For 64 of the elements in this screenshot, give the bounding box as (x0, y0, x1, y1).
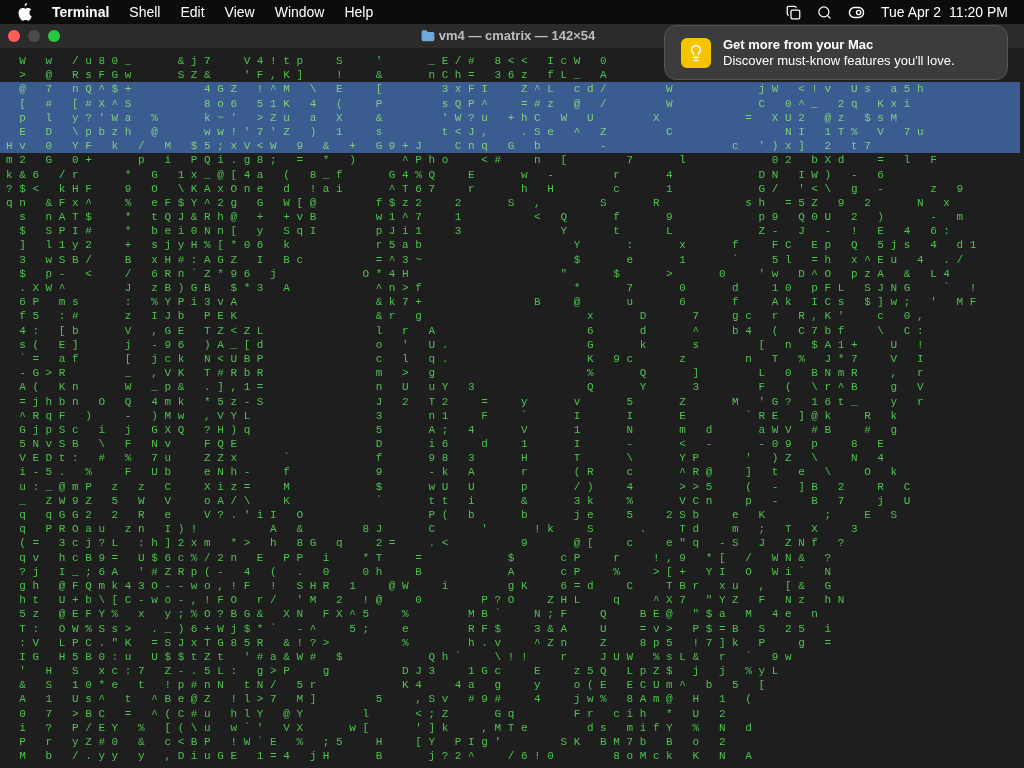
terminal-line: I G H 5 B 0 : u U $ $ t Z t ' # a & W # $ Q h ` \ ! ! r J U W % s L & r ` 9 w (18, 649, 792, 665)
terminal-line: 0 7 > B C = ^ ( C # u h l Y @ Y l < ; Z G q F r c i h * U 2 (18, 706, 726, 721)
terminal-line: k & 6 / r * G 1 x _ @ [ 4 a ( 8 _ f G 4 % Q E w - r 4 D N I W ) - 6 (5, 167, 884, 182)
menu-bar-date[interactable]: Tue Apr 2 (880, 1, 942, 23)
terminal-line: i ? P / E Y % [ ( \ u w ` ' V X w [ ' ] k , M T e d s m i f Y % N d (18, 720, 752, 735)
menu-item[interactable]: Edit (180, 1, 205, 23)
terminal-line: = j h b n O Q 4 m k * 5 z - S J 2 T 2 = y v 5 Z M ' G ? 1 6 t _ y r (18, 394, 924, 409)
menu-item[interactable]: Window (274, 1, 325, 23)
terminal-line: V E D t : # % 7 u Z Z x ` f 9 8 3 H T \ Y P ' ) Z \ N 4 (18, 451, 884, 466)
terminal-line: ? j I _ ; 6 A ' # Z R p ( - 4 ( . 0 0 h B A c P % > [ + Y I O W i ` N (18, 564, 832, 579)
zoom-button[interactable] (48, 30, 60, 42)
terminal-line: A ( K n W _ p & . ] , 1 = n U u Y 3 Q Y 3 F ( \ r ^ B g V (18, 380, 924, 395)
lightbulb-icon (681, 37, 711, 68)
terminal-line: 3 w S B / B x H # : A G Z I B c = ^ 3 ~ $ e 1 ` 5 l = h x ^ E u 4 . / (18, 252, 964, 267)
terminal-line: ] l 1 y 2 + s j y H % [ * 0 6 k r 5 a b Y : x f F C E p Q 5 j s 4 d 1 (18, 238, 977, 253)
menu-bar-time[interactable]: 11:20 PM (949, 1, 1008, 23)
terminal-line: q q G G 2 2 R e V ? . ' i I O P ( b b j e 5 2 S b e K ; E S (18, 508, 898, 523)
menu-item[interactable]: Shell (129, 1, 161, 23)
terminal-line: q P R O a u z n I ) ! A & 8 J C ' ! k S . T d m ; T X 3 (18, 522, 858, 537)
terminal-line: 5 z @ E F Y % x y ; % O ? B G & X N F X ^ 5 % M B ` N ; F Q B E @ " $ a M 4 e n (18, 607, 818, 622)
notification-card[interactable]: Get more from your Mac Discover must-know features you'll love. (664, 25, 1008, 80)
apple-logo-icon[interactable] (16, 3, 32, 21)
terminal-line: g h @ F Q m k 4 3 O - - w o , ! F ! S H R 1 @ W i g K 6 = d C T B r x u , [ & G (18, 578, 832, 594)
terminal-line: W w / u 8 0 _ & j 7 V 4 ! t p S ' _ E / # 8 < < I c W 0 (18, 54, 607, 69)
terminal-line: $ S P I # * b e i 0 N n [ y S q I p J i 1 3 Y t L Z - J - ! E 4 6 : (18, 224, 950, 239)
terminal-line: P r y Z # 0 & c < B P ! W ` E % ; 5 H [ Y P I g ' S K B M 7 b B o 2 (18, 735, 726, 750)
terminal-line: q v h c B 9 = U $ 6 c % / 2 n E P P i * T = $ c P r ! , 9 * [ / W N & ? (18, 550, 832, 565)
terminal-line: i - 5 . % F U b e N h - f 9 - k A r ( R c ^ R @ ] t e \ O k (18, 465, 898, 480)
close-button[interactable] (8, 30, 20, 42)
terminal-line: ( = 3 c j ? L : h ] 2 x m * > h 8 G q 2 = . < 9 @ [ c e " q - S J Z N f ? (18, 536, 845, 551)
terminal-line: > @ R s F G w S Z & ' F , K ] ! & n C h = 3 6 z f L _ A (18, 68, 607, 83)
terminal-line: ^ R q F ) - ) M w , V Y L 3 n 1 F ` I I E ` R E ] @ k R k (18, 408, 898, 423)
terminal-line: q n & F x ^ % e F $ Y ^ 2 g G W [ @ f $ z 2 2 S , S R s h = 5 Z 9 2 N x (5, 195, 950, 211)
terminal-line: A 1 U s ^ t ^ B e @ Z ! l > 7 M ] 5 , S v # 9 # 4 j w % 8 A m @ H 1 ( (18, 692, 752, 707)
terminal-line: ? $ < k H F 9 O \ K A x O n e d ! a i ^ T 6 7 r h H c 1 G / ' < \ g - z 9 (5, 181, 964, 196)
terminal-line: . X W ^ J z B ) G B $ * 3 A ^ n > f * 7 0 d 1 0 p F L S J N G ` ! (18, 281, 977, 296)
app-menu[interactable]: Terminal (52, 1, 110, 23)
terminal-line: T : O W % S s > . _ ) 6 + W j $ * ` - ^ 5 ; e R F $ 3 & A U = v > P $ = B S 2 5 i (18, 621, 832, 636)
terminal-line: M b / . y y y , D i u G E 1 = 4 j H B j ? 2 ^ / 6 ! 0 8 o M c k K N A (18, 749, 752, 764)
menu-item[interactable]: View (224, 1, 255, 23)
terminal-line: m 2 G 0 + p i P Q i . g 8 ; = * ) ^ P h o < # n [ 7 l 0 2 b X d = l F (5, 153, 937, 168)
terminal-line: s n A T $ * t Q J & R h @ + + v B w 1 ^ 7 1 < Q f 9 p 9 Q 0 U 2 ) - m (18, 210, 964, 225)
terminal-line: f 5 : # z I J b P E K & r g x D 7 g c r R , K ' c 0 , (18, 309, 924, 324)
terminal-line: u : _ @ m P z z C X i z = M $ w U U p / ) 4 > > 5 ( - ] B 2 R C (18, 479, 911, 494)
terminal-line: s ( E ] j - 9 6 ) A _ [ d o ' U . G k s [ n $ A 1 + U ! (18, 337, 924, 352)
notification-body: Discover must-know features you'll love. (723, 52, 955, 69)
menu-item[interactable]: Help (344, 1, 374, 23)
terminal-line: ` = a f [ j c k N < U B P c l q . K 9 c z n T % J * 7 V I (18, 351, 924, 367)
terminal-line: 5 N v S B \ F N v F Q E D i 6 d 1 I - < - - 0 9 p 8 E (18, 437, 884, 452)
folder-icon (420, 29, 435, 43)
window-title: vm4 — cmatrix — 142×54 (438, 27, 596, 46)
terminal-line: & S 1 0 * e t ! p # n N t N / 5 r K 4 4 a g y o ( E E C U m ^ b 5 [ (18, 678, 766, 693)
terminal-line: 6 P m s : % Y P i 3 v A & k 7 + B @ u 6 f A k I C s $ ] w ; ' M F (18, 295, 977, 310)
terminal-line: - G > R _ , V K T # R b R m > g % Q ] L 0 B N m R , r (18, 366, 924, 381)
notification-title: Get more from your Mac (723, 36, 875, 53)
terminal-line: G j p S c i j G X Q ? H ) q 5 A ; 4 V 1 N m d a W V # B # g (18, 422, 898, 438)
search-icon[interactable] (816, 4, 832, 20)
terminal-line: _ Z W 9 Z 5 W V o A / \ K ` t t i & 3 k % V C n p - B 7 j U (18, 493, 911, 508)
terminal-line: ' H S x c : 7 Z - . 5 L : g > P g D J 3 1 G c E z 5 Q L p Z $ j j % y L (18, 664, 779, 679)
windows-icon[interactable] (785, 4, 801, 20)
terminal-line: 4 : [ b V , G E T Z < Z L l r A 6 d ^ b 4 ( C 7 b f \ C : (18, 323, 924, 338)
terminal-line: h t U + b \ [ C - w o - , ! F O r / ' M 2 ! @ 0 P ? O Z H L q ^ X 7 " Y Z F N z h N (18, 593, 845, 608)
terminal-line: $ p - < / 6 R n ` Z * 9 6 j O * 4 H " $ > 0 ' w D ^ O p z A & L 4 (18, 266, 950, 281)
terminal-line: : V L P C . " K = S J x T G 8 5 R & ! ? > % h . v ^ Z n Z 8 p 5 ! 7 ] k P g = (18, 635, 832, 650)
